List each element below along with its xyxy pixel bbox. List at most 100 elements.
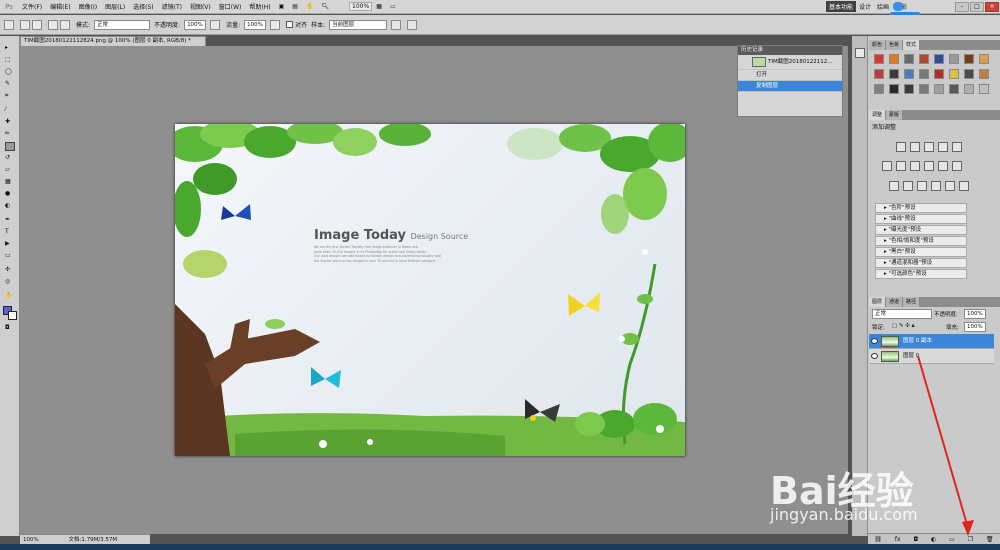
tab-masks[interactable]: 蒙版 [886,110,904,120]
adjustment-icon[interactable] [903,181,913,191]
opacity-field[interactable]: 100% [184,19,207,30]
menu-file[interactable]: 文件(F) [22,2,42,11]
eyedropper-tool-icon[interactable]: ⁄ [5,106,15,115]
adjustment-icon[interactable] [952,142,962,152]
adjustment-icon[interactable] [882,161,892,171]
canvas-image[interactable]: Image Today Design Source We are the fir… [175,124,685,456]
minimize-button[interactable]: – [955,2,969,12]
style-swatch[interactable] [889,69,899,79]
3d-orbit-tool-icon[interactable]: ◎ [5,278,15,287]
zoom-tool-icon[interactable]: 🔍︎ [321,3,329,10]
crop-tool-icon[interactable]: ⌗ [5,92,15,101]
dodge-tool-icon[interactable]: ◐ [5,202,15,211]
document-tab[interactable]: TIM截图20180122112824.png @ 100% (图层 0 副本,… [20,36,206,46]
tab-color[interactable]: 颜色 [869,40,887,50]
blend-mode-select[interactable]: 正常 [872,309,932,319]
pen-tool-icon[interactable]: ✒ [5,216,15,225]
layer-opacity-field[interactable]: 100% [964,309,986,319]
eye-icon[interactable] [871,338,878,344]
workspace-essentials[interactable]: 基本功能 [825,1,856,12]
tab-styles[interactable]: 样式 [903,40,921,50]
align-checkbox[interactable] [286,21,294,28]
adjustment-preset-item[interactable]: ▸ "可选颜色"预设 [875,269,967,279]
adjustment-icon[interactable] [896,161,906,171]
history-panel-icon[interactable] [855,48,865,58]
style-swatch[interactable] [979,69,989,79]
style-swatch[interactable] [964,69,974,79]
menu-filter[interactable]: 滤镜(T) [162,2,182,11]
hand-icon[interactable]: ✋ [306,3,313,10]
sample-select[interactable]: 当前图层 [329,19,388,30]
menu-view[interactable]: 视图(V) [190,2,211,11]
pressure-opacity-icon[interactable] [210,19,221,30]
mode-select[interactable]: 正常 [94,19,151,30]
pressure-size-icon[interactable] [407,19,418,30]
style-swatch[interactable] [934,84,944,94]
fill-field[interactable]: 100% [964,322,986,332]
adjustment-icon[interactable] [938,161,948,171]
delete-layer-icon[interactable]: 🗑︎ [986,536,994,543]
maximize-button[interactable]: □ [970,2,984,12]
style-swatch[interactable] [979,84,989,94]
style-swatch[interactable] [874,84,884,94]
adjustment-icon[interactable] [945,181,955,191]
tab-paths[interactable]: 路径 [903,297,921,307]
tab-swatches[interactable]: 色板 [886,40,904,50]
flow-field[interactable]: 100% [244,19,267,30]
style-swatch[interactable] [949,69,959,79]
status-zoom[interactable]: 100% [23,537,39,543]
style-swatch[interactable] [889,84,899,94]
eraser-tool-icon[interactable]: ▱ [5,166,15,175]
adjustment-icon[interactable] [924,161,934,171]
history-snapshot[interactable]: TIM截图20180122112... [738,55,842,70]
adjustment-icon[interactable] [910,142,920,152]
adjustment-icon[interactable] [924,142,934,152]
clone-stamp-tool-icon[interactable] [5,142,15,151]
adjustment-preset-item[interactable]: ▸ "黑白"预设 [875,247,967,257]
style-swatch[interactable] [919,84,929,94]
adjustment-preset-item[interactable]: ▸ "曲线"预设 [875,214,967,224]
eye-icon[interactable] [871,353,878,359]
adjustment-icon[interactable] [910,161,920,171]
hand-tool-icon[interactable]: ✋ [5,292,15,301]
menu-help[interactable]: 帮助(H) [249,2,270,11]
lock-icons[interactable]: ▢ ✎ ✣ 🔒︎ [892,323,915,330]
style-swatch[interactable] [904,69,914,79]
style-swatch[interactable] [949,84,959,94]
style-swatch[interactable] [979,54,989,64]
style-swatch[interactable] [919,69,929,79]
close-button[interactable]: × [985,2,999,12]
style-swatch[interactable] [964,84,974,94]
adjustment-icon[interactable] [959,181,969,191]
arrange-icon[interactable]: ▦ [376,3,382,10]
menu-window[interactable]: 窗口(W) [219,2,242,11]
workspace-design[interactable]: 设计 [856,1,874,12]
adjustment-preset-item[interactable]: ▸ "色阶"预设 [875,203,967,213]
adjustment-icon[interactable] [896,142,906,152]
airbrush-icon[interactable] [270,19,281,30]
adjustment-icon[interactable] [938,142,948,152]
type-tool-icon[interactable]: T [5,228,15,237]
adjustment-icon[interactable] [889,181,899,191]
ignore-adjustment-icon[interactable] [391,19,402,30]
menu-select[interactable]: 选择(S) [133,2,154,11]
tab-layers[interactable]: 图层 [869,297,887,307]
tab-adjustments[interactable]: 调整 [869,110,887,120]
lasso-tool-icon[interactable]: ◯ [5,68,15,77]
adjustment-preset-item[interactable]: ▸ "色相/饱和度"预设 [875,236,967,246]
healing-brush-tool-icon[interactable]: ✚ [5,118,15,127]
path-select-tool-icon[interactable]: ▶ [5,240,15,249]
gradient-tool-icon[interactable]: ▦ [5,178,15,187]
style-swatch[interactable] [964,54,974,64]
move-tool-icon[interactable]: ▸ [5,44,15,53]
style-swatch[interactable] [874,69,884,79]
quick-mask-icon[interactable]: ◘ [5,324,15,333]
blur-tool-icon[interactable]: ● [5,190,15,199]
menu-layer[interactable]: 图层(L) [105,2,125,11]
style-swatch[interactable] [904,54,914,64]
link-layers-icon[interactable]: ⛓ [874,536,882,543]
style-swatch[interactable] [934,69,944,79]
minibridge-icon[interactable]: ▤ [292,3,298,10]
layer-row-copy[interactable]: 图层 0 副本 [869,334,994,349]
style-swatch[interactable] [889,54,899,64]
